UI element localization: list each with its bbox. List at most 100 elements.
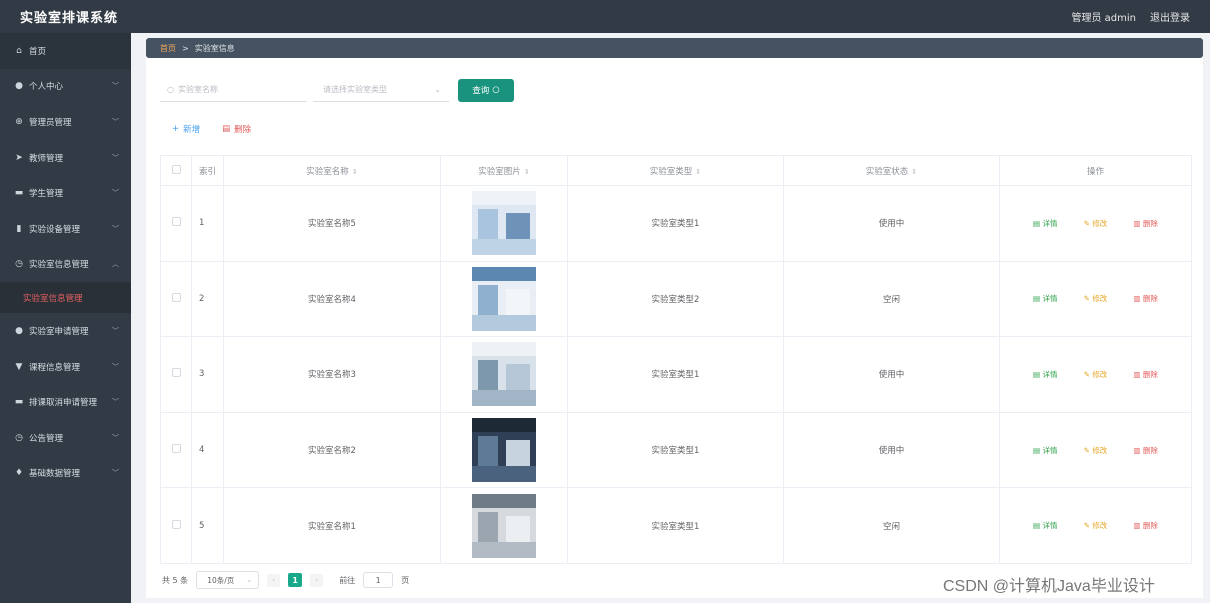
sidebar-item[interactable]: ▬ 学生管理 ﹀ (0, 175, 131, 211)
edit-label: 修改 (1092, 294, 1108, 304)
watermark: CSDN @计算机Java毕业设计 (943, 578, 1155, 595)
sort-icon[interactable]: ⇕ (524, 168, 530, 176)
row-delete-button[interactable]: ▥ 删除 (1133, 520, 1157, 531)
row-checkbox[interactable] (171, 217, 181, 227)
edit-button[interactable]: ✎ 修改 (1084, 520, 1108, 531)
mic-icon: ♦ (14, 468, 24, 479)
sidebar-item[interactable]: ▬ 排课取消申请管理 ﹀ (0, 384, 131, 420)
row-checkbox[interactable] (171, 519, 181, 529)
header-operations: 操作 (999, 155, 1192, 186)
lab-photo[interactable] (472, 266, 536, 331)
detail-button[interactable]: ▤ 详情 (1033, 218, 1057, 229)
detail-button[interactable]: ▤ 详情 (1033, 293, 1057, 304)
select-all-cell[interactable] (160, 155, 192, 186)
delete-button[interactable]: ▤ 删除 (222, 123, 251, 135)
row-select-cell[interactable] (160, 411, 192, 489)
sidebar-item[interactable]: ● 个人中心 ﹀ (0, 69, 131, 105)
row-name: 实验室名称2 (223, 411, 441, 489)
edit-button[interactable]: ✎ 修改 (1084, 218, 1108, 229)
row-index: 2 (191, 260, 224, 338)
sidebar-item[interactable]: ● 实验室申请管理 ﹀ (0, 313, 131, 349)
lab-photo[interactable] (472, 342, 536, 407)
next-page-button[interactable]: › (310, 573, 324, 587)
row-type: 实验室类型2 (567, 260, 784, 338)
row-status: 使用中 (783, 411, 1000, 489)
sidebar-item[interactable]: ▮ 实验设备管理 ﹀ (0, 211, 131, 247)
breadcrumb-current: 实验室信息 (194, 43, 235, 53)
search-icon: ○ (167, 85, 174, 94)
header-image[interactable]: 实验室图片 ⇕ (440, 155, 568, 186)
chart-icon: ▮ (16, 223, 22, 234)
lab-photo[interactable] (472, 418, 536, 483)
sidebar-item[interactable]: ♦ 基础数据管理 ﹀ (0, 456, 131, 492)
app-title: 实验室排课系统 (20, 11, 119, 26)
chevron-down-icon: ﹀ (112, 153, 119, 162)
prev-page-button[interactable]: ‹ (267, 573, 281, 587)
sidebar-item[interactable]: ◷ 实验室信息管理 ︿ (0, 247, 131, 283)
row-image-cell (440, 260, 568, 338)
current-page[interactable]: 1 (288, 573, 303, 587)
row-delete-button[interactable]: ▥ 删除 (1133, 369, 1157, 380)
edit-button[interactable]: ✎ 修改 (1084, 293, 1108, 304)
search-input[interactable]: ○ 实验室名称 (160, 78, 307, 102)
row-operations: ▤ 详情 ✎ 修改 ▥ 删除 (999, 487, 1192, 564)
sidebar-item-label: 教师管理 (29, 153, 64, 164)
type-select[interactable]: 请选择实验室类型 ⌄ (313, 78, 449, 102)
card-icon: ▬ (14, 397, 24, 408)
globe-icon: ⊕ (15, 116, 23, 127)
tag-icon: ▼ (15, 361, 23, 372)
sort-icon[interactable]: ⇕ (695, 168, 701, 176)
chevron-down-icon: ﹀ (112, 326, 119, 335)
row-delete-button[interactable]: ▥ 删除 (1133, 293, 1157, 304)
row-type: 实验室类型1 (567, 185, 784, 262)
logout-link[interactable]: 退出登录 (1150, 9, 1190, 24)
sidebar-item[interactable]: ⊕ 管理员管理 ﹀ (0, 104, 131, 140)
sidebar-item[interactable]: ◷ 公告管理 ﹀ (0, 420, 131, 456)
row-checkbox[interactable] (171, 368, 181, 378)
breadcrumb-home[interactable]: 首页 (160, 43, 176, 54)
row-checkbox[interactable] (171, 292, 181, 302)
header-type-label: 实验室类型 (649, 166, 693, 177)
page-size-select[interactable]: 10条/页 ⌄ (196, 571, 260, 589)
add-button[interactable]: + 新增 (172, 123, 200, 135)
row-delete-button[interactable]: ▥ 删除 (1133, 218, 1157, 229)
lab-photo[interactable] (472, 191, 536, 256)
sort-icon[interactable]: ⇕ (911, 168, 917, 176)
sidebar-item[interactable]: ▼ 课程信息管理 ﹀ (0, 349, 131, 385)
header-name[interactable]: 实验室名称 ⇕ (223, 155, 441, 186)
sidebar-item[interactable]: ⌂ 首页 (0, 33, 131, 69)
header-type[interactable]: 实验室类型 ⇕ (567, 155, 784, 186)
row-index: 3 (191, 336, 224, 413)
row-checkbox[interactable] (171, 444, 181, 454)
row-select-cell[interactable] (160, 487, 192, 564)
detail-label: 详情 (1042, 521, 1058, 531)
search-icon: ○ (492, 85, 500, 95)
lab-photo[interactable] (472, 493, 536, 558)
header-status[interactable]: 实验室状态 ⇕ (783, 155, 1000, 186)
row-select-cell[interactable] (160, 260, 192, 338)
row-index: 5 (191, 487, 224, 564)
select-all-checkbox[interactable] (171, 164, 181, 174)
detail-button[interactable]: ▤ 详情 (1033, 520, 1057, 531)
table-row: 1 实验室名称5 实验室类型1 使用中 ▤ 详情 ✎ 修改 ▥ 删除 (160, 185, 1192, 262)
goto-suffix: 页 (401, 575, 410, 585)
delete-button-label: 删除 (234, 125, 252, 135)
row-select-cell[interactable] (160, 336, 192, 413)
sidebar-item-label: 实验室信息管理 (29, 260, 89, 271)
sidebar-item[interactable]: ➤ 教师管理 ﹀ (0, 140, 131, 176)
row-select-cell[interactable] (160, 185, 192, 262)
lab-table: 索引 实验室名称 ⇕ 实验室图片 ⇕ 实验室类型 ⇕ 实验室状态 ⇕ 操作 1 实验室名称… (160, 155, 1192, 564)
edit-button[interactable]: ✎ 修改 (1084, 369, 1108, 380)
query-button[interactable]: 查询 ○ (458, 78, 514, 102)
submenu-item-lab-info[interactable]: 实验室信息管理 (0, 282, 131, 314)
detail-button[interactable]: ▤ 详情 (1033, 445, 1057, 456)
detail-button[interactable]: ▤ 详情 (1033, 369, 1057, 380)
sidebar-item-label: 管理员管理 (29, 117, 72, 128)
detail-label: 详情 (1042, 218, 1058, 228)
chevron-down-icon: ﹀ (112, 189, 119, 198)
goto-page-input[interactable]: 1 (363, 572, 394, 588)
row-delete-button[interactable]: ▥ 删除 (1133, 445, 1157, 456)
sort-icon[interactable]: ⇕ (352, 168, 358, 176)
edit-button[interactable]: ✎ 修改 (1084, 445, 1108, 456)
current-user[interactable]: 管理员 admin (1071, 9, 1136, 24)
